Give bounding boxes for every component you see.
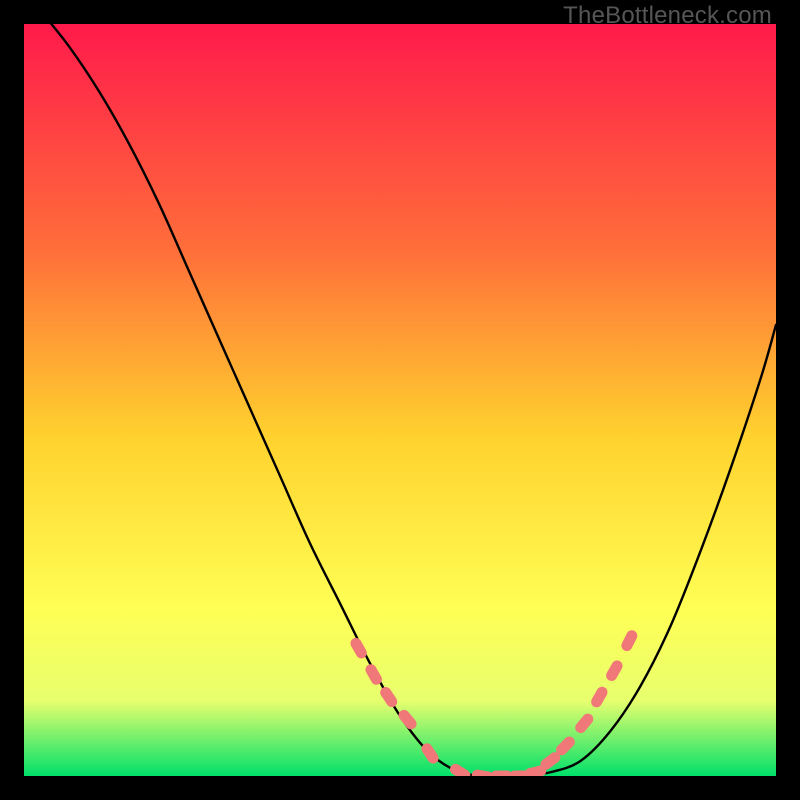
gradient-background (24, 24, 776, 776)
curve-marker (491, 771, 513, 777)
bottleneck-plot (24, 24, 776, 776)
watermark-text: TheBottleneck.com (563, 2, 772, 30)
chart-frame (24, 24, 776, 776)
